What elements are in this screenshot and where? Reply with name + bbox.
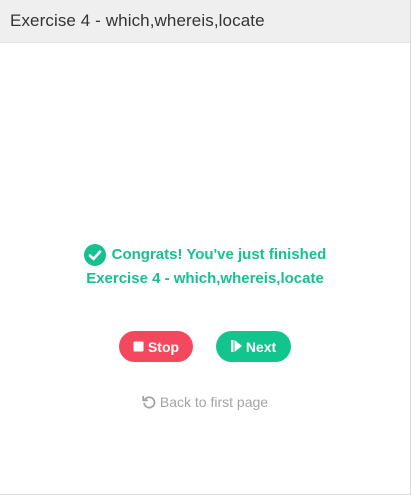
action-buttons: Stop Next <box>0 331 410 362</box>
exercise-page: Exercise 4 - which,whereis,locate Congra… <box>0 0 411 495</box>
stop-icon <box>133 339 144 355</box>
page-title: Exercise 4 - which,whereis,locate <box>10 11 265 30</box>
stop-button[interactable]: Stop <box>119 331 193 362</box>
completed-exercise-name: Exercise 4 - which,whereis,locate <box>86 270 324 287</box>
completion-message: Congrats! You've just finished Exercise … <box>0 243 410 291</box>
next-button[interactable]: Next <box>216 331 291 362</box>
page-header: Exercise 4 - which,whereis,locate <box>0 0 410 43</box>
check-circle-icon <box>83 244 106 266</box>
back-to-first-page-link[interactable]: Back to first page <box>0 394 410 410</box>
next-button-label: Next <box>245 338 277 355</box>
stop-button-label: Stop <box>147 338 180 355</box>
step-forward-icon <box>230 339 242 355</box>
congrats-text: Congrats! You've just finished <box>111 246 327 263</box>
undo-icon <box>142 395 156 409</box>
congrats-line: Congrats! You've just finished <box>0 243 410 267</box>
back-link-label: Back to first page <box>159 394 269 410</box>
